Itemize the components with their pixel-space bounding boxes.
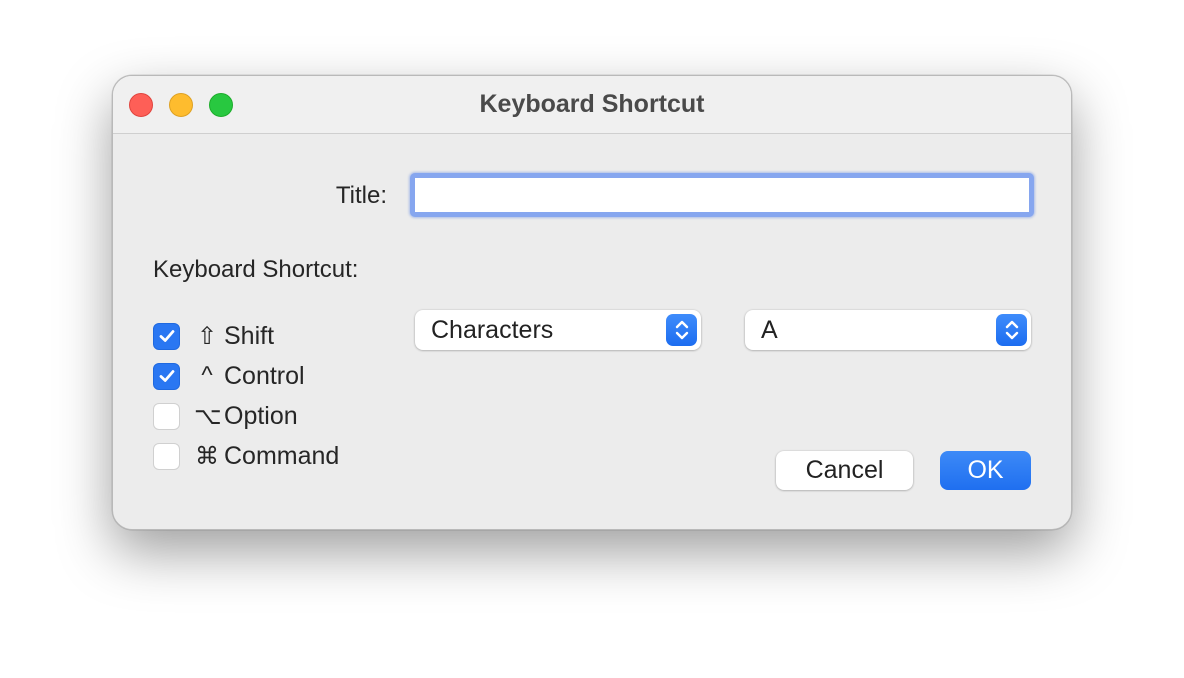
- modifier-option[interactable]: ⌥ Option: [153, 396, 339, 436]
- command-icon: ⌘: [195, 442, 219, 470]
- dialog-window: Keyboard Shortcut Title: Keyboard Shortc…: [112, 75, 1072, 530]
- checkmark-icon: [159, 330, 174, 342]
- control-checkbox[interactable]: [153, 362, 180, 390]
- option-checkbox[interactable]: [153, 402, 180, 430]
- key-select[interactable]: A: [745, 310, 1031, 350]
- shift-label: Shift: [224, 321, 275, 350]
- modifier-shift[interactable]: ⇧ Shift: [153, 316, 339, 356]
- modifier-control[interactable]: ^ Control: [153, 356, 339, 396]
- option-label: Option: [224, 401, 298, 430]
- ok-button[interactable]: OK: [940, 451, 1031, 490]
- cancel-button[interactable]: Cancel: [776, 451, 913, 490]
- title-input[interactable]: [410, 173, 1034, 217]
- command-checkbox[interactable]: [153, 442, 180, 470]
- checkmark-icon: [159, 370, 174, 382]
- up-down-chevron-icon[interactable]: [996, 314, 1027, 346]
- shift-checkbox[interactable]: [153, 322, 180, 350]
- modifier-checkboxes: ⇧ Shift ^ Control ⌥ Option ⌘ Command: [153, 316, 339, 476]
- key-value: A: [761, 316, 778, 344]
- command-label: Command: [224, 441, 340, 470]
- keyboard-shortcut-label: Keyboard Shortcut:: [153, 256, 359, 283]
- up-down-chevron-icon[interactable]: [666, 314, 697, 346]
- window-title: Keyboard Shortcut: [479, 90, 705, 118]
- shift-icon: ⇧: [196, 322, 218, 350]
- key-type-value: Characters: [431, 316, 554, 344]
- control-label: Control: [224, 361, 305, 390]
- modifier-command[interactable]: ⌘ Command: [153, 436, 339, 476]
- title-bar: Keyboard Shortcut: [113, 76, 1071, 134]
- option-icon: ⌥: [194, 402, 222, 430]
- key-type-select[interactable]: Characters: [415, 310, 701, 350]
- control-icon: ^: [201, 362, 213, 389]
- title-label: Title:: [335, 182, 387, 209]
